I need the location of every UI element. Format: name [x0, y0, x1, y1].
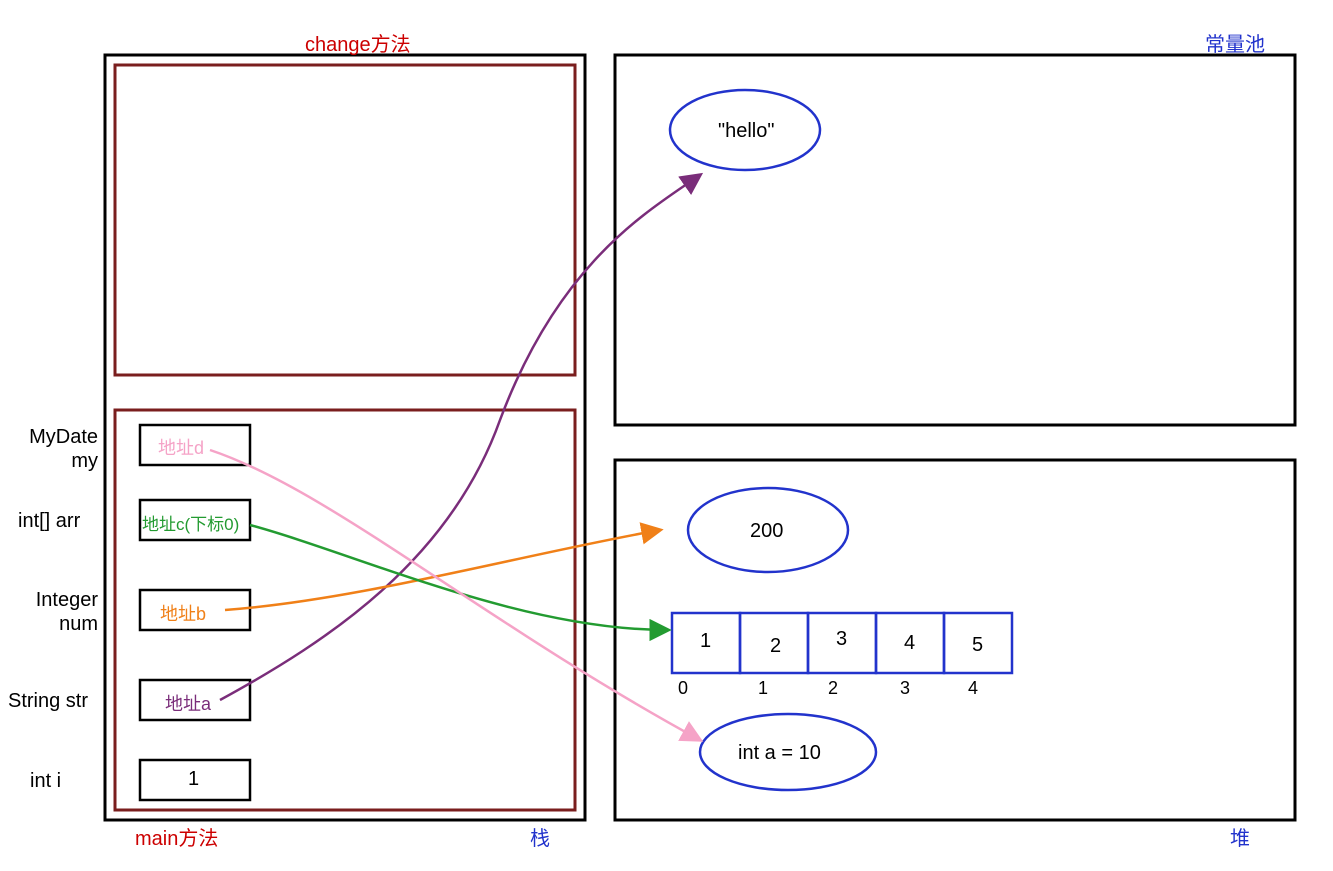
arr-val-4: 5 [972, 634, 983, 657]
heap-title: 堆 [1230, 822, 1250, 851]
box-text-mydate: 地址d [158, 434, 204, 460]
mydate-obj-text: int a = 10 [738, 742, 821, 765]
label-string: String str [8, 690, 88, 713]
label-inti: int i [30, 770, 61, 793]
arr-idx-3: 3 [900, 678, 910, 699]
arrow-mydate-to-obj [210, 450, 700, 740]
arr-val-0: 1 [700, 630, 711, 653]
box-text-inti: 1 [188, 768, 199, 791]
box-text-intarr: 地址c(下标0) [142, 510, 239, 535]
main-method-title: main方法 [135, 822, 218, 851]
box-text-integer: 地址b [160, 600, 206, 626]
arr-val-3: 4 [904, 632, 915, 655]
arr-val-1: 2 [770, 635, 781, 658]
change-frame [115, 65, 575, 375]
arr-idx-0: 0 [678, 678, 688, 699]
constant-pool-title: 常量池 [1205, 28, 1265, 57]
arr-val-2: 3 [836, 628, 847, 651]
arr-idx-1: 1 [758, 678, 768, 699]
change-method-title: change方法 [305, 28, 411, 57]
heap-box [615, 460, 1295, 820]
arr-idx-2: 2 [828, 678, 838, 699]
hello-text: "hello" [718, 120, 774, 143]
arr-idx-4: 4 [968, 678, 978, 699]
constant-pool-box [615, 55, 1295, 425]
arrow-string-to-hello [220, 175, 700, 700]
arrow-integer-to-200 [225, 530, 660, 610]
box-text-string: 地址a [165, 690, 211, 716]
label-intarr: int[] arr [18, 510, 80, 533]
integer200-text: 200 [750, 520, 783, 543]
label-mydate: MyDatemy [10, 425, 98, 473]
label-integer: Integernum [18, 588, 98, 636]
stack-title: 栈 [530, 822, 550, 851]
